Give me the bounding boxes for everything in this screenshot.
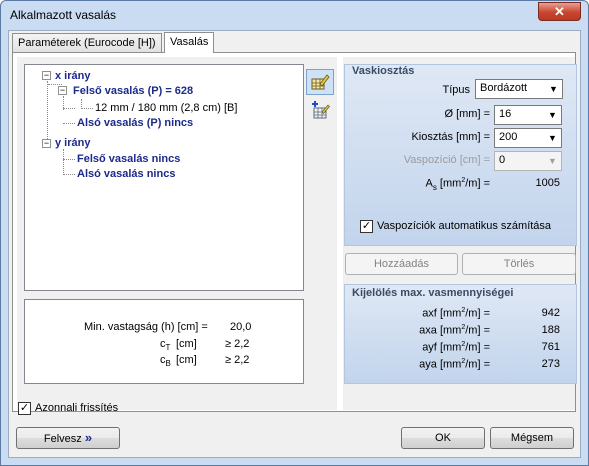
dropdown-arrow-icon: ▼ bbox=[549, 84, 558, 94]
diameter-select[interactable]: 16 ▼ bbox=[494, 105, 562, 125]
ct-label: cT bbox=[160, 338, 171, 353]
position-label: Vaspozíció [cm] = bbox=[403, 154, 490, 166]
selection-row-label: aya [mm2/m] = bbox=[419, 358, 490, 371]
min-thickness-value: 20,0 bbox=[230, 321, 252, 333]
auto-position-checkbox[interactable]: ✓ bbox=[360, 220, 373, 233]
cb-unit: [cm] bbox=[176, 354, 197, 366]
spacing-label: Kiosztás [mm] = bbox=[411, 131, 490, 143]
min-thickness-label: Min. vastagság (h) [cm] = bbox=[84, 321, 208, 333]
edit-grid-icon bbox=[311, 74, 330, 90]
ct-unit: [cm] bbox=[176, 338, 197, 350]
tab-parameters[interactable]: Paraméterek (Eurocode [H]) bbox=[12, 33, 162, 52]
type-label: Típus bbox=[442, 84, 470, 96]
selection-row-value: 273 bbox=[541, 358, 560, 370]
dropdown-arrow-icon: ▼ bbox=[548, 110, 557, 120]
auto-position-label: Vaspozíciók automatikus számítása bbox=[377, 220, 552, 232]
cancel-button[interactable]: Mégsem bbox=[490, 427, 574, 449]
cb-label: cB bbox=[160, 354, 171, 369]
add-grid-icon bbox=[312, 101, 330, 119]
title-bar[interactable]: Alkalmazott vasalás ✕ bbox=[1, 1, 588, 29]
tree-item-y-bottom[interactable]: Alsó vasalás nincs bbox=[77, 168, 175, 180]
reinforcement-tree[interactable]: − x irány − Felső vasalás (P) = 628 12 m… bbox=[24, 64, 304, 291]
tab-reinforcement[interactable]: Vasalás bbox=[164, 32, 215, 53]
record-button[interactable]: Felvesz » bbox=[16, 427, 120, 449]
tree-item-y-top[interactable]: Felső vasalás nincs bbox=[77, 153, 180, 165]
add-button[interactable]: Hozzáadás bbox=[345, 253, 458, 275]
as-value: 1005 bbox=[535, 177, 560, 189]
as-label: As [mm2/m] = bbox=[425, 177, 490, 192]
type-select[interactable]: Bordázott ▼ bbox=[475, 79, 563, 99]
thickness-info: Min. vastagság (h) [cm] = 20,0 cT [cm] ≥… bbox=[24, 299, 304, 384]
position-select: 0 ▼ bbox=[494, 151, 562, 171]
selection-row-label: ayf [mm2/m] = bbox=[422, 341, 490, 354]
delete-button[interactable]: Törlés bbox=[462, 253, 576, 275]
rebar-layout-group: Vaskiosztás Típus Bordázott ▼ Ø [mm] = 16… bbox=[344, 64, 577, 246]
diameter-label: Ø [mm] = bbox=[444, 108, 490, 120]
dropdown-arrow-icon: ▼ bbox=[548, 156, 557, 166]
tree-node-x[interactable]: x irány bbox=[55, 70, 90, 82]
edit-reinforcement-button[interactable] bbox=[306, 69, 334, 95]
rebar-header: Vaskiosztás bbox=[352, 65, 415, 77]
selection-row-value: 188 bbox=[541, 324, 560, 336]
tree-item-x-top[interactable]: Felső vasalás (P) = 628 bbox=[73, 85, 193, 97]
tree-node-y[interactable]: y irány bbox=[55, 137, 90, 149]
collapse-y-icon[interactable]: − bbox=[42, 139, 51, 148]
live-update-label: Azonnali frissítés bbox=[35, 402, 119, 414]
collapse-x-icon[interactable]: − bbox=[42, 71, 51, 80]
selection-max-group: Kijelölés max. vasmennyiségei axf [mm2/m… bbox=[344, 284, 577, 384]
tree-item-x-bottom[interactable]: Alsó vasalás (P) nincs bbox=[77, 117, 193, 129]
add-reinforcement-icon-button[interactable] bbox=[306, 97, 334, 123]
ct-value: ≥ 2,2 bbox=[225, 338, 250, 350]
selection-header: Kijelölés max. vasmennyiségei bbox=[352, 287, 514, 299]
selection-row-value: 942 bbox=[541, 307, 560, 319]
dropdown-arrow-icon: ▼ bbox=[548, 133, 557, 143]
ok-button[interactable]: OK bbox=[401, 427, 485, 449]
cb-value: ≥ 2,2 bbox=[225, 354, 250, 366]
spacing-select[interactable]: 200 ▼ bbox=[494, 128, 562, 148]
selection-row-value: 761 bbox=[541, 341, 560, 353]
selection-row-label: axa [mm2/m] = bbox=[419, 324, 490, 337]
live-update-checkbox[interactable]: ✓ bbox=[18, 402, 31, 415]
tree-item-x-top-detail[interactable]: 12 mm / 180 mm (2,8 cm) [B] bbox=[95, 102, 237, 114]
collapse-x-top-icon[interactable]: − bbox=[58, 86, 67, 95]
window-title: Alkalmazott vasalás bbox=[10, 8, 117, 22]
close-button[interactable]: ✕ bbox=[538, 2, 581, 21]
selection-row-label: axf [mm2/m] = bbox=[422, 307, 490, 320]
dialog-window: Alkalmazott vasalás ✕ Paraméterek (Euroc… bbox=[0, 0, 589, 466]
